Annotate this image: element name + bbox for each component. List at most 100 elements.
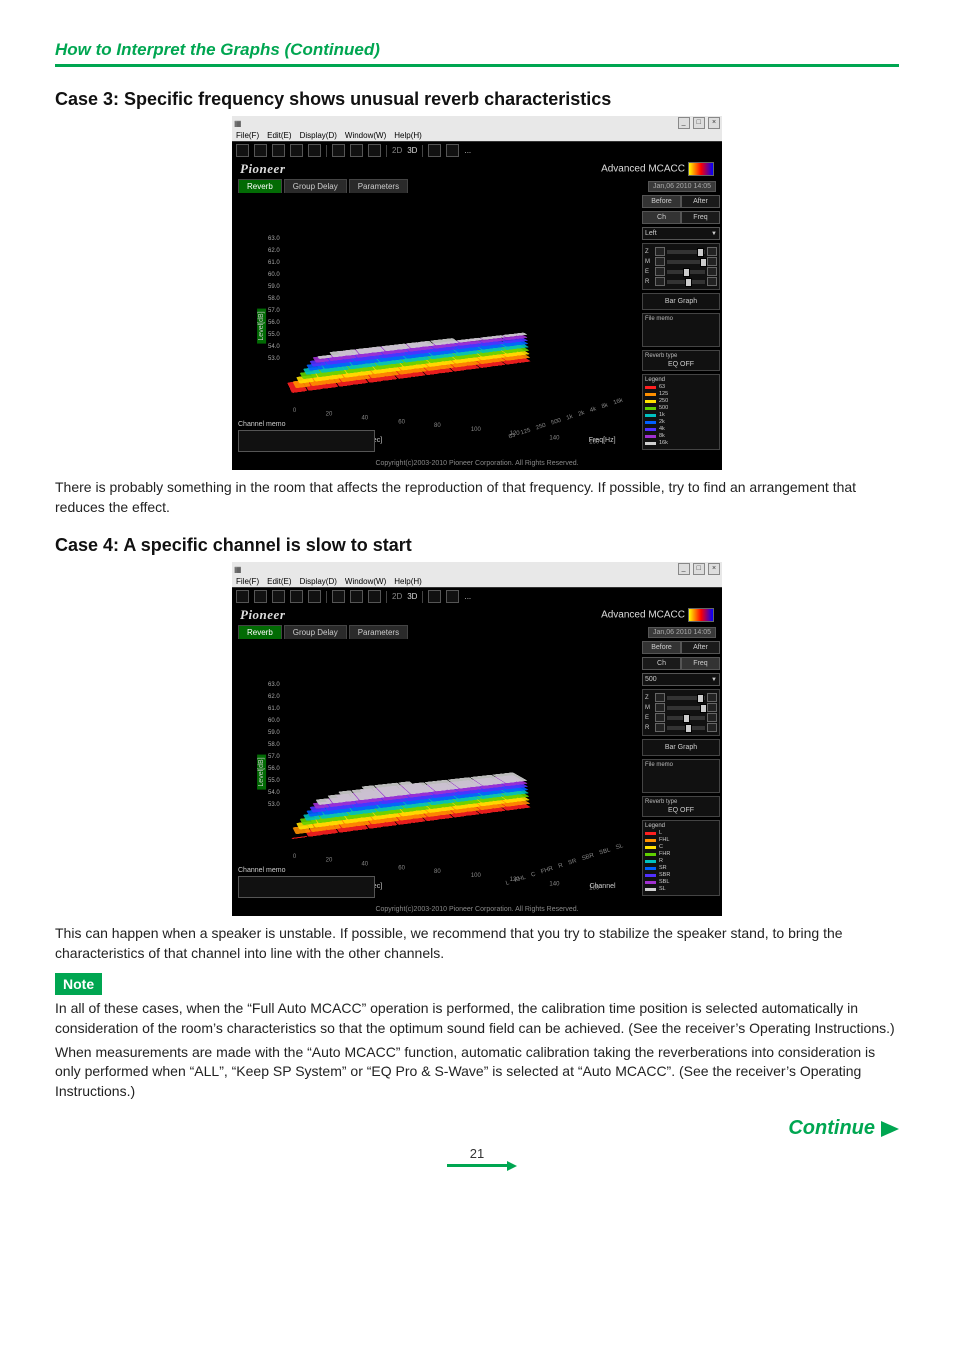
paste-icon[interactable] bbox=[368, 590, 381, 603]
y-axis-label: Level[dB] bbox=[257, 308, 266, 343]
slider-m[interactable] bbox=[667, 260, 705, 264]
menu-display[interactable]: Display(D) bbox=[300, 131, 337, 140]
menu-edit[interactable]: Edit(E) bbox=[267, 131, 291, 140]
freq-button[interactable]: Freq bbox=[681, 657, 720, 670]
cut-icon[interactable] bbox=[332, 144, 345, 157]
mode-2d-button[interactable]: 2D bbox=[392, 592, 402, 601]
print-icon[interactable] bbox=[290, 144, 303, 157]
slider-z[interactable] bbox=[667, 250, 705, 254]
cut-icon[interactable] bbox=[332, 590, 345, 603]
chart-3d-ribbons bbox=[263, 755, 568, 839]
tab-group-delay[interactable]: Group Delay bbox=[284, 179, 347, 193]
legend-label: SR bbox=[659, 865, 667, 871]
file-memo-input[interactable] bbox=[645, 324, 717, 344]
mode-2d-button[interactable]: 2D bbox=[392, 146, 402, 155]
window-titlebar: ▦ _ □ × bbox=[232, 562, 722, 576]
case4-heading: Case 4: A specific channel is slow to st… bbox=[55, 535, 899, 556]
chevron-down-icon: ▼ bbox=[711, 231, 717, 237]
save-icon[interactable] bbox=[254, 144, 267, 157]
slider-e[interactable] bbox=[667, 270, 705, 274]
before-button[interactable]: Before bbox=[642, 195, 681, 208]
channel-memo-input[interactable] bbox=[238, 876, 375, 898]
slider-m-r[interactable] bbox=[707, 257, 717, 266]
toolbar-more[interactable]: ... bbox=[464, 146, 471, 155]
slider-z-l[interactable] bbox=[655, 247, 665, 256]
tab-reverb[interactable]: Reverb bbox=[238, 625, 282, 639]
menu-display[interactable]: Display(D) bbox=[300, 577, 337, 586]
tool-icon-1[interactable] bbox=[428, 144, 441, 157]
mode-3d-button[interactable]: 3D bbox=[407, 592, 417, 601]
window-buttons: _ □ × bbox=[677, 117, 720, 129]
copy-icon[interactable] bbox=[350, 144, 363, 157]
copy-icon[interactable] bbox=[350, 590, 363, 603]
legend-swatch bbox=[645, 860, 656, 863]
minimize-icon[interactable]: _ bbox=[678, 117, 690, 129]
channel-memo-input[interactable] bbox=[238, 430, 375, 452]
channel-dropdown[interactable]: Left▼ bbox=[642, 227, 720, 240]
after-button[interactable]: After bbox=[681, 195, 720, 208]
bar-graph-button[interactable]: Bar Graph bbox=[642, 739, 720, 756]
tab-bar: Reverb Group Delay Parameters bbox=[238, 179, 410, 193]
tab-reverb[interactable]: Reverb bbox=[238, 179, 282, 193]
legend-swatch bbox=[645, 888, 656, 891]
menu-help[interactable]: Help(H) bbox=[394, 131, 422, 140]
tab-parameters[interactable]: Parameters bbox=[349, 625, 408, 639]
before-button[interactable]: Before bbox=[642, 641, 681, 654]
freq-button[interactable]: Freq bbox=[681, 211, 720, 224]
brand-row: Pioneer Advanced MCACC bbox=[232, 159, 722, 179]
tool-icon-1[interactable] bbox=[428, 590, 441, 603]
preview-icon[interactable] bbox=[308, 590, 321, 603]
maximize-icon[interactable]: □ bbox=[693, 117, 705, 129]
paste-icon[interactable] bbox=[368, 144, 381, 157]
open-icon[interactable] bbox=[236, 590, 249, 603]
tool-icon-2[interactable] bbox=[446, 590, 459, 603]
mode-3d-button[interactable]: 3D bbox=[407, 146, 417, 155]
continue-link[interactable]: Continue bbox=[55, 1117, 899, 1140]
slider-z-r[interactable] bbox=[707, 247, 717, 256]
save-icon[interactable] bbox=[254, 590, 267, 603]
legend-item: SBL bbox=[645, 879, 717, 885]
legend-item: R bbox=[645, 858, 717, 864]
close-icon[interactable]: × bbox=[708, 563, 720, 575]
slider-m-l[interactable] bbox=[655, 257, 665, 266]
tab-group-delay[interactable]: Group Delay bbox=[284, 625, 347, 639]
menu-edit[interactable]: Edit(E) bbox=[267, 577, 291, 586]
ch-button[interactable]: Ch bbox=[642, 211, 681, 224]
tool-icon-2[interactable] bbox=[446, 144, 459, 157]
menu-window[interactable]: Window(W) bbox=[345, 577, 386, 586]
ch-button[interactable]: Ch bbox=[642, 657, 681, 670]
close-icon[interactable]: × bbox=[708, 117, 720, 129]
menu-help[interactable]: Help(H) bbox=[394, 577, 422, 586]
maximize-icon[interactable]: □ bbox=[693, 563, 705, 575]
legend-label: 8k bbox=[659, 433, 665, 439]
file-memo-input[interactable] bbox=[645, 770, 717, 790]
menu-file[interactable]: File(F) bbox=[236, 577, 259, 586]
note-text-1: In all of these cases, when the “Full Au… bbox=[55, 999, 899, 1038]
legend-swatch bbox=[645, 428, 656, 431]
channel-memo: Channel memo bbox=[238, 867, 375, 898]
chart-3d-ribbons bbox=[263, 309, 568, 393]
minimize-icon[interactable]: _ bbox=[678, 563, 690, 575]
freq-dropdown[interactable]: 500▼ bbox=[642, 673, 720, 686]
receive-icon[interactable] bbox=[272, 144, 285, 157]
slider-r[interactable] bbox=[667, 280, 705, 284]
menu-file[interactable]: File(F) bbox=[236, 131, 259, 140]
toolbar-more[interactable]: ... bbox=[464, 592, 471, 601]
bar-graph-button[interactable]: Bar Graph bbox=[642, 293, 720, 310]
slider-e-r[interactable] bbox=[707, 267, 717, 276]
legend-label: SL bbox=[659, 886, 666, 892]
channel-memo: Channel memo bbox=[238, 421, 375, 452]
slider-e-l[interactable] bbox=[655, 267, 665, 276]
receive-icon[interactable] bbox=[272, 590, 285, 603]
legend-panel: Legend LFHLCFHRRSRSBRSBLSL bbox=[642, 820, 720, 896]
slider-r-l[interactable] bbox=[655, 277, 665, 286]
page-title: How to Interpret the Graphs (Continued) bbox=[55, 40, 899, 67]
after-button[interactable]: After bbox=[681, 641, 720, 654]
menu-window[interactable]: Window(W) bbox=[345, 131, 386, 140]
preview-icon[interactable] bbox=[308, 144, 321, 157]
tab-parameters[interactable]: Parameters bbox=[349, 179, 408, 193]
slider-r-r[interactable] bbox=[707, 277, 717, 286]
open-icon[interactable] bbox=[236, 144, 249, 157]
print-icon[interactable] bbox=[290, 590, 303, 603]
legend-swatch bbox=[645, 407, 656, 410]
